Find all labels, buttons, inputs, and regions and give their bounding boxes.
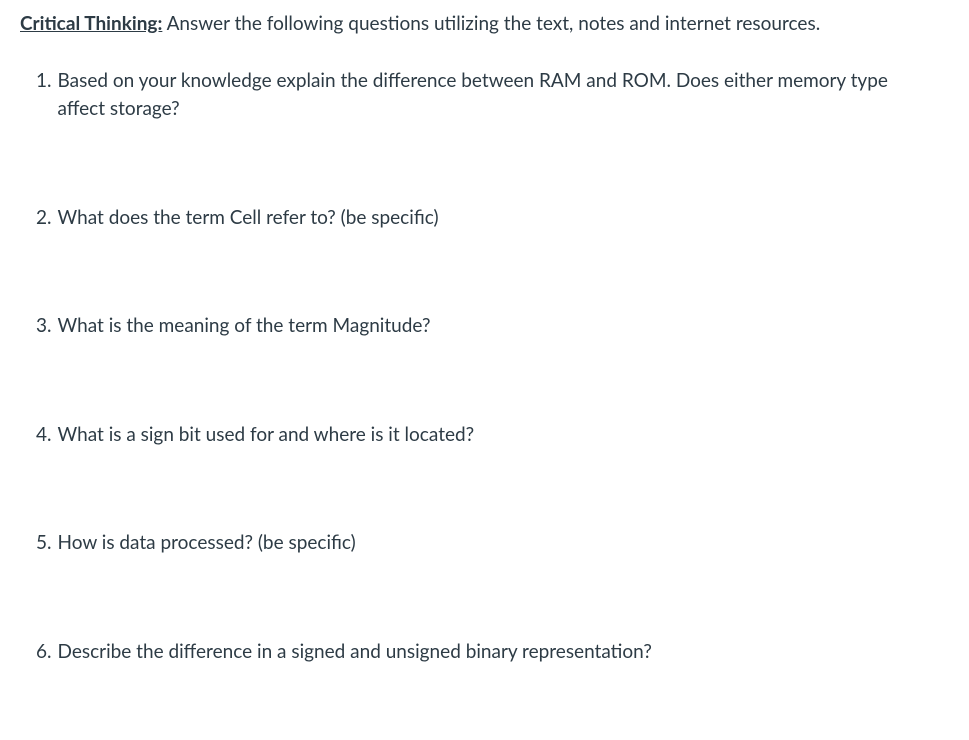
intro-instruction: Answer the following questions utilizing… bbox=[162, 12, 820, 35]
question-text: What does the term Cell refer to? (be sp… bbox=[58, 204, 949, 233]
question-item: 5. How is data processed? (be specific) bbox=[36, 529, 949, 558]
question-item: 4. What is a sign bit used for and where… bbox=[36, 421, 949, 450]
question-item: 2. What does the term Cell refer to? (be… bbox=[36, 204, 949, 233]
question-list: 1. Based on your knowledge explain the d… bbox=[20, 67, 949, 667]
question-text: Based on your knowledge explain the diff… bbox=[58, 67, 949, 124]
question-text: What is the meaning of the term Magnitud… bbox=[58, 312, 949, 341]
question-text: How is data processed? (be specific) bbox=[58, 529, 949, 558]
question-text: Describe the difference in a signed and … bbox=[58, 638, 949, 667]
question-item: 3. What is the meaning of the term Magni… bbox=[36, 312, 949, 341]
question-number: 6. bbox=[36, 638, 52, 667]
question-text: What is a sign bit used for and where is… bbox=[58, 421, 949, 450]
question-number: 4. bbox=[36, 421, 52, 450]
question-number: 3. bbox=[36, 312, 52, 341]
question-number: 2. bbox=[36, 204, 52, 233]
question-number: 5. bbox=[36, 529, 52, 558]
question-item: 1. Based on your knowledge explain the d… bbox=[36, 67, 949, 124]
question-item: 6. Describe the difference in a signed a… bbox=[36, 638, 949, 667]
intro-paragraph: Critical Thinking: Answer the following … bbox=[20, 10, 949, 39]
question-number: 1. bbox=[36, 67, 52, 124]
section-title: Critical Thinking: bbox=[20, 12, 162, 35]
